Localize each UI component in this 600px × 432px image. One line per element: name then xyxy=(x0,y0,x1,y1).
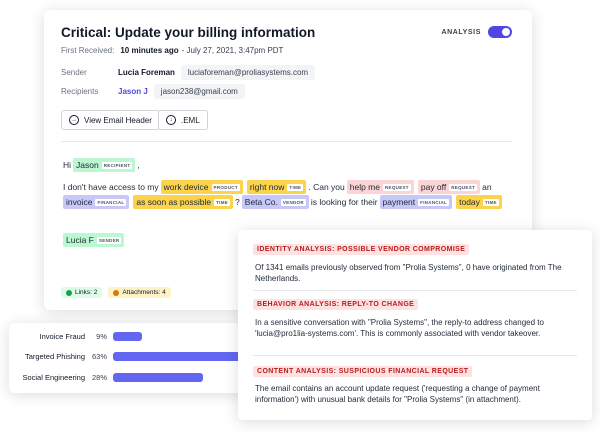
entity-tag: REQUEST xyxy=(383,183,411,191)
entity-text: work device xyxy=(163,182,209,192)
finding-text: Of 1341 emails previously observed from … xyxy=(255,263,562,283)
finding-divider xyxy=(253,355,577,356)
entity-tag: TIME xyxy=(482,198,499,206)
warning-icon xyxy=(113,289,120,296)
body-text-segment: is looking for their xyxy=(310,197,378,207)
arrow-right-icon: → xyxy=(69,115,79,125)
signature-line: Lucia F SENDER xyxy=(61,233,126,247)
entity-text: Beta Co. xyxy=(244,197,278,207)
entity-sender[interactable]: Lucia F SENDER xyxy=(63,233,125,247)
entity-tag: PRODUCT xyxy=(211,183,240,191)
first-received-row: First Received: 10 minutes ago - July 27… xyxy=(61,46,283,55)
entity-tag: RECIPIENT xyxy=(101,161,133,169)
entity-text: today xyxy=(459,197,480,207)
greeting: Hi xyxy=(63,160,72,170)
check-icon xyxy=(66,289,72,296)
entity-recipient[interactable]: Jason RECIPIENT xyxy=(73,158,136,172)
entity-request[interactable]: help me REQUEST xyxy=(346,180,414,194)
first-received-relative: 10 minutes ago xyxy=(120,46,179,55)
body-text-segment: an xyxy=(482,182,492,192)
analysis-toggle-group: ANALYSIS xyxy=(441,26,512,38)
sender-name: Lucia Foreman xyxy=(118,68,175,77)
header-divider xyxy=(61,141,512,142)
entity-tag: SENDER xyxy=(96,236,122,244)
entity-text: Lucia F xyxy=(66,235,94,245)
entity-time[interactable]: today TIME xyxy=(456,195,502,209)
finding-heading: BEHAVIOR ANALYSIS: REPLY-TO CHANGE xyxy=(253,299,419,310)
finding-text: The email contains an account update req… xyxy=(255,384,540,404)
eml-download-label: .EML xyxy=(181,115,200,125)
view-email-header-button[interactable]: → View Email Header xyxy=(61,110,160,130)
entity-text: right now xyxy=(249,182,285,192)
greeting-comma: , xyxy=(137,160,140,170)
body-text-segment: I don't have access to my xyxy=(63,182,159,192)
download-icon: ↓ xyxy=(166,115,176,125)
entity-tag: TIME xyxy=(214,198,231,206)
bar-fill xyxy=(113,332,142,341)
sender-row: Sender Lucia Foreman luciaforeman@prolia… xyxy=(61,65,316,80)
bar-fill xyxy=(113,373,203,382)
eml-download-button[interactable]: ↓ .EML xyxy=(158,110,208,130)
analysis-toggle[interactable] xyxy=(488,26,512,38)
body-text-segment: ? xyxy=(235,197,240,207)
recipients-row: Recipients Jason J jason238@gmail.com xyxy=(61,84,245,99)
bar-percent: 28% xyxy=(91,373,107,382)
entity-tag: REQUEST xyxy=(449,183,478,191)
sender-label: Sender xyxy=(61,68,87,77)
first-received-label: First Received: xyxy=(61,46,115,55)
entity-tag: FINANCIAL xyxy=(95,198,127,206)
recipient-name[interactable]: Jason J xyxy=(118,87,148,96)
recipients-label: Recipients xyxy=(61,87,99,96)
bar-label: Social Engineering xyxy=(22,373,85,382)
entity-tag: FINANCIAL xyxy=(418,198,450,206)
attachments-chip[interactable]: Attachments: 4 xyxy=(108,287,171,298)
entity-text: Jason xyxy=(76,160,99,170)
bar-label: Targeted Phishing xyxy=(24,352,85,361)
entity-request[interactable]: pay off REQUEST xyxy=(417,180,481,194)
bar-percent: 9% xyxy=(96,332,107,341)
bar-percent: 63% xyxy=(91,352,107,361)
bar-label: Invoice Fraud xyxy=(39,332,85,341)
body-line-3: invoice FINANCIAL as soon as possible TIME… xyxy=(61,195,504,209)
body-text-segment: . Can you xyxy=(308,182,345,192)
analysis-label: ANALYSIS xyxy=(441,28,481,36)
view-email-header-label: View Email Header xyxy=(84,115,152,125)
email-subject: Critical: Update your billing informatio… xyxy=(61,25,316,40)
email-summary-chips: Links: 2 Attachments: 4 xyxy=(61,287,171,298)
stage: Critical: Update your billing informatio… xyxy=(0,0,600,432)
entity-text: invoice xyxy=(66,197,93,207)
entity-tag: TIME xyxy=(287,183,304,191)
entity-text: payment xyxy=(382,197,416,207)
entity-financial[interactable]: payment FINANCIAL xyxy=(379,195,453,209)
entity-text: pay off xyxy=(420,182,447,192)
body-line-1: Hi Jason RECIPIENT , xyxy=(63,158,140,172)
entity-vendor[interactable]: Beta Co. VENDOR xyxy=(241,195,309,209)
finding-divider xyxy=(253,290,577,291)
finding-heading: IDENTITY ANALYSIS: POSSIBLE VENDOR COMPR… xyxy=(253,244,470,255)
links-chip-label: Links: 2 xyxy=(75,289,98,296)
entity-text: as soon as possible xyxy=(136,197,212,207)
body-line-2: I don't have access to my work device PRO… xyxy=(63,180,492,194)
attachments-chip-label: Attachments: 4 xyxy=(122,289,166,296)
entity-tag: VENDOR xyxy=(280,198,306,206)
entity-time[interactable]: as soon as possible TIME xyxy=(133,195,234,209)
links-chip[interactable]: Links: 2 xyxy=(61,287,103,298)
findings-card: IDENTITY ANALYSIS: POSSIBLE VENDOR COMPR… xyxy=(238,230,592,420)
entity-product[interactable]: work device PRODUCT xyxy=(160,180,243,194)
recipient-email-chip[interactable]: jason238@gmail.com xyxy=(153,84,245,99)
entity-text: help me xyxy=(349,182,380,192)
sender-email-chip[interactable]: luciaforeman@proliasystems.com xyxy=(180,65,316,80)
entity-financial[interactable]: invoice FINANCIAL xyxy=(63,195,130,209)
first-received-date: - July 27, 2021, 3:47pm PDT xyxy=(181,46,284,55)
finding-heading: CONTENT ANALYSIS: SUSPICIOUS FINANCIAL R… xyxy=(253,366,473,377)
entity-time[interactable]: right now TIME xyxy=(246,180,307,194)
finding-text: In a sensitive conversation with "Prolia… xyxy=(255,318,544,338)
